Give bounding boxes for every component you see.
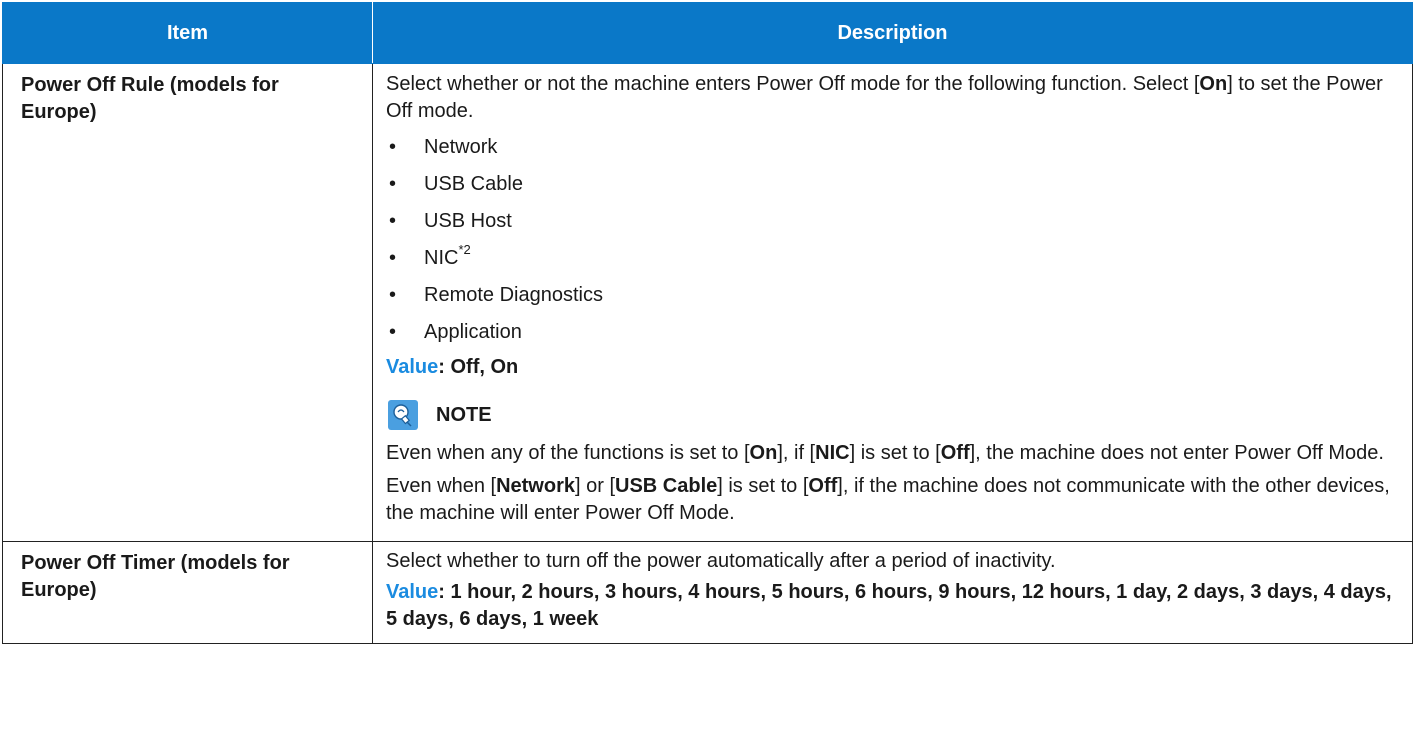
note-text: ] is set to [	[717, 475, 809, 497]
header-description: Description	[372, 2, 1413, 64]
bullet-dot: •	[389, 210, 397, 232]
note-bold: Network	[496, 475, 575, 497]
description-text: Select whether or not the machine enters…	[386, 71, 1398, 125]
list-item: • Remote Diagnostics	[386, 277, 1398, 314]
table-header-row: Item Description	[2, 2, 1413, 64]
note-text: ] or [	[574, 475, 615, 497]
note-lightbulb-icon	[388, 400, 418, 430]
description-text: Select whether to turn off the power aut…	[386, 550, 1056, 572]
note-paragraph: Even when [Network] or [USB Cable] is se…	[386, 473, 1398, 527]
note-bold: USB Cable	[615, 475, 718, 497]
value-line: Value: Off, On	[386, 354, 1398, 381]
list-item-label: Network	[424, 136, 498, 158]
value-label: Value	[386, 356, 439, 378]
note-text: ], if [	[777, 442, 816, 464]
footnote-marker: *2	[458, 242, 471, 258]
value-label: Value	[386, 581, 439, 603]
note-bold: On	[749, 442, 778, 464]
bullet-dot: •	[389, 136, 397, 158]
list-item-label: USB Cable	[424, 173, 523, 195]
settings-table: Item Description Power Off Rule (models …	[2, 2, 1413, 644]
list-item: • USB Host	[386, 203, 1398, 240]
list-item: • Network	[386, 129, 1398, 166]
list-item: • Application	[386, 314, 1398, 351]
note-bold: Off	[808, 475, 838, 497]
bullet-dot: •	[389, 173, 397, 195]
note-heading: NOTE	[386, 395, 1398, 435]
note-bold: Off	[940, 442, 970, 464]
table-row: Power Off Rule (models for Europe) Selec…	[2, 63, 1413, 542]
function-list: • Network • USB Cable • USB Host • NIC*2 • Re…	[386, 129, 1398, 351]
note-text: ], the machine does not enter Power Off …	[969, 442, 1384, 464]
table-row: Power Off Timer (models for Europe) Sele…	[2, 541, 1413, 644]
value-line: Value: 1 hour, 2 hours, 3 hours, 4 hours…	[386, 579, 1398, 633]
description-cell: Select whether or not the machine enters…	[372, 63, 1413, 542]
bullet-dot: •	[389, 247, 397, 269]
list-item-label: USB Host	[424, 210, 512, 232]
note-text: Even when [	[386, 475, 497, 497]
list-item-label: NIC	[424, 247, 459, 269]
value-text: : Off, On	[438, 356, 519, 378]
note-paragraph: Even when any of the functions is set to…	[386, 440, 1398, 467]
bullet-dot: •	[389, 284, 397, 306]
description-text-part: Select whether or not the machine enters…	[386, 73, 1200, 95]
list-item-label: Application	[424, 321, 522, 343]
list-item: • USB Cable	[386, 166, 1398, 203]
list-item: • NIC*2	[386, 240, 1398, 277]
value-text: : 1 hour, 2 hours, 3 hours, 4 hours, 5 h…	[386, 581, 1392, 630]
header-item: Item	[2, 2, 373, 64]
note-bold: NIC	[815, 442, 850, 464]
list-item-label: Remote Diagnostics	[424, 284, 603, 306]
note-text: ] is set to [	[849, 442, 941, 464]
note-title: NOTE	[436, 403, 492, 426]
description-bold: On	[1199, 73, 1228, 95]
item-cell: Power Off Timer (models for Europe)	[2, 541, 373, 644]
description-cell: Select whether to turn off the power aut…	[372, 541, 1413, 644]
bullet-dot: •	[389, 321, 397, 343]
note-text: Even when any of the functions is set to…	[386, 442, 750, 464]
item-cell: Power Off Rule (models for Europe)	[2, 63, 373, 542]
